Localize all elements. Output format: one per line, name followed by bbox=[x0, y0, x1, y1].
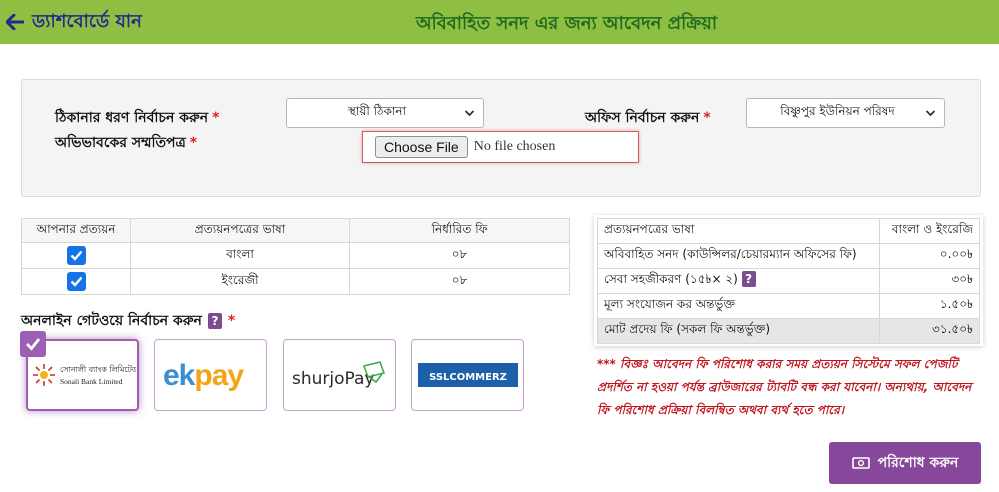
fee-cell: ০৮ bbox=[349, 242, 570, 269]
office-select[interactable]: বিষ্ণুপুর ইউনিয়ন পরিষদ bbox=[746, 98, 945, 128]
back-to-dashboard-link[interactable]: ড্যাশবোর্ডে যান bbox=[6, 9, 142, 35]
gateway-shurjopay[interactable]: shurjoPay bbox=[283, 339, 396, 411]
summary-value: ১.৫০৳ bbox=[879, 293, 980, 319]
guardian-consent-label: অভিভাবকের সম্মতিপত্র * bbox=[55, 135, 198, 151]
header-language: প্রত্যয়নপত্রের ভাষা bbox=[130, 218, 350, 243]
summary-row: মূল্য সংযোজন কর অন্তর্ভুক্ত ১.৫০৳ bbox=[597, 293, 980, 319]
svg-text:shurjoPay: shurjoPay bbox=[292, 369, 375, 389]
sonali-bank-logo: সোনালী ব্যাংক লিমিটেড Sonali Bank Limite… bbox=[32, 364, 136, 386]
address-type-label: ঠিকানার ধরণ নির্বাচন করুন * bbox=[55, 110, 220, 126]
summary-row: অবিবাহিত সনদ (কাউন্সিলর/চেয়ারম্যান অফিস… bbox=[597, 243, 980, 269]
summary-label: মোট প্রদেয় ফি (সকল ফি অন্তর্ভুক্ত) bbox=[597, 318, 880, 344]
sonali-bank-name-bn: সোনালী ব্যাংক লিমিটেড bbox=[60, 364, 136, 374]
english-certificate-checkbox[interactable] bbox=[66, 272, 86, 291]
sslcommerz-logo: SSLCOMMERZ bbox=[417, 363, 518, 387]
guardian-consent-file-input[interactable]: Choose File No file chosen bbox=[362, 131, 639, 163]
help-icon[interactable]: ? bbox=[207, 313, 222, 329]
pay-button-label: পরিশোধ করুন bbox=[877, 455, 959, 471]
required-mark: * bbox=[227, 313, 236, 329]
bangla-certificate-checkbox[interactable] bbox=[66, 246, 86, 265]
summary-value: ৩১.৫০৳ bbox=[879, 318, 980, 344]
chevron-down-icon bbox=[464, 110, 475, 117]
svg-text:SSLCOMMERZ: SSLCOMMERZ bbox=[429, 372, 507, 383]
fee-table-header: আপনার প্রত্যয়ন প্রত্যয়নপত্রের ভাষা নির… bbox=[21, 218, 570, 243]
office-label: অফিস নির্বাচন করুন * bbox=[585, 110, 711, 126]
payment-notice: *** বিজ্ঞঃ আবেদন ফি পরিশোধ করার সময় প্র… bbox=[597, 357, 972, 417]
header-fee: নির্ধারিত ফি bbox=[349, 218, 570, 243]
summary-total-row: মোট প্রদেয় ফি (সকল ফি অন্তর্ভুক্ত) ৩১.৫… bbox=[597, 318, 980, 344]
choose-file-button[interactable]: Choose File bbox=[375, 136, 468, 158]
cash-icon bbox=[851, 457, 870, 469]
summary-value: ৩০৳ bbox=[879, 268, 980, 294]
shurjopay-logo: shurjoPay bbox=[292, 361, 385, 389]
sonali-bank-name: Sonali Bank Limited bbox=[60, 377, 123, 386]
address-type-select[interactable]: স্থায়ী ঠিকানা bbox=[286, 98, 484, 128]
table-row: বাংলা ০৮ bbox=[21, 242, 570, 269]
help-icon[interactable]: ? bbox=[741, 271, 756, 287]
fee-cell: ০৮ bbox=[349, 268, 570, 295]
back-link-label: ড্যাশবোর্ডে যান bbox=[32, 10, 142, 32]
summary-row: প্রত্যয়নপত্রের ভাষা বাংলা ও ইংরেজি bbox=[597, 218, 980, 244]
gateway-ekpay[interactable]: ekpay bbox=[154, 339, 267, 411]
language-cell: ইংরেজী bbox=[130, 268, 350, 295]
table-row: ইংরেজী ০৮ bbox=[21, 268, 570, 295]
checkmark-icon bbox=[70, 250, 82, 261]
required-mark: * bbox=[189, 135, 198, 151]
page-title: অবিবাহিত সনদ এর জন্য আবেদন প্রক্রিয়া bbox=[416, 13, 718, 34]
chevron-down-icon bbox=[925, 110, 936, 117]
address-type-value: স্থায়ী ঠিকানা bbox=[347, 104, 407, 118]
summary-value: বাংলা ও ইংরেজি bbox=[879, 218, 980, 244]
gateway-label: অনলাইন গেটওয়ে নির্বাচন করুন ? * bbox=[21, 313, 236, 329]
svg-text:ekpay: ekpay bbox=[163, 359, 244, 392]
pay-button[interactable]: পরিশোধ করুন bbox=[829, 442, 981, 484]
file-status-text: No file chosen bbox=[473, 139, 556, 154]
summary-label: সেবা সহজীকরণ (১৫৳× ২) bbox=[604, 272, 738, 286]
checkmark-icon bbox=[70, 276, 82, 287]
ekpay-logo: ekpay bbox=[163, 359, 245, 392]
language-cell: বাংলা bbox=[130, 242, 350, 269]
summary-label: মূল্য সংযোজন কর অন্তর্ভুক্ত bbox=[597, 293, 880, 319]
office-value: বিষ্ণুপুর ইউনিয়ন পরিষদ bbox=[780, 104, 895, 118]
selected-check-icon bbox=[20, 331, 46, 357]
gateway-sslcommerz[interactable]: SSLCOMMERZ bbox=[411, 339, 524, 411]
header-your-certificate: আপনার প্রত্যয়ন bbox=[21, 218, 131, 243]
required-mark: * bbox=[212, 110, 220, 126]
arrow-left-icon bbox=[6, 14, 24, 30]
summary-label: অবিবাহিত সনদ (কাউন্সিলর/চেয়ারম্যান অফিস… bbox=[597, 243, 880, 269]
required-mark: * bbox=[703, 110, 711, 126]
summary-value: ০.০০৳ bbox=[879, 243, 980, 269]
fee-summary-table: প্রত্যয়নপত্রের ভাষা বাংলা ও ইংরেজি অবিব… bbox=[597, 218, 980, 344]
summary-row: সেবা সহজীকরণ (১৫৳× ২) ? ৩০৳ bbox=[597, 268, 980, 294]
fee-table: আপনার প্রত্যয়ন প্রত্যয়নপত্রের ভাষা নির… bbox=[21, 218, 570, 295]
summary-label: প্রত্যয়নপত্রের ভাষা bbox=[597, 218, 880, 244]
page-header: ড্যাশবোর্ডে যান অবিবাহিত সনদ এর জন্য আবে… bbox=[0, 0, 999, 44]
